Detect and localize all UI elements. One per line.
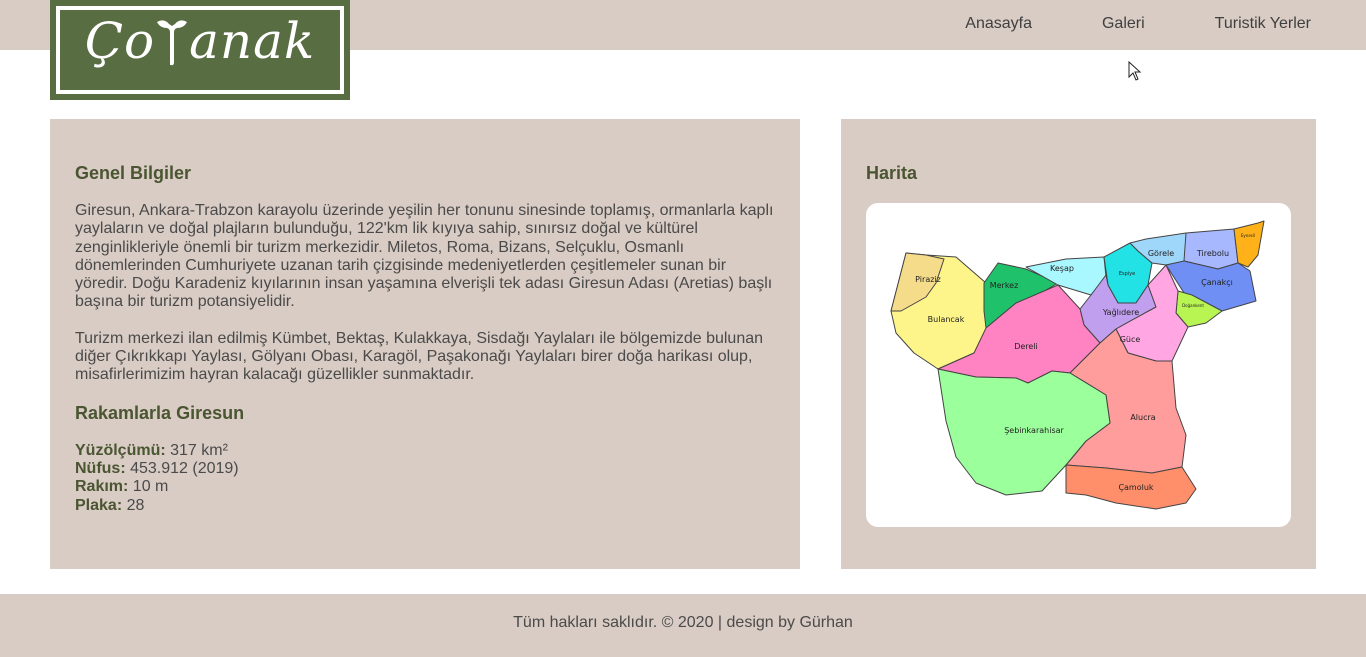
label-yagdere: Yağlıdere: [1102, 308, 1139, 317]
label-kesap: Keşap: [1050, 264, 1074, 273]
main-nav: Anasayfa Galeri Turistik Yerler: [965, 15, 1311, 33]
stat-population: Nüfus: 453.912 (2019): [75, 459, 239, 477]
label-camoluk: Çamoluk: [1118, 483, 1153, 492]
stats-list: Yüzölçümü: 317 km² Nüfus: 453.912 (2019)…: [75, 442, 775, 515]
label-dogankent: Doğankent: [1182, 303, 1204, 308]
giresun-map[interactable]: Piraziz Merkez Keşap Espiye Görele Tireb…: [866, 203, 1291, 527]
label-bulancak: Bulancak: [928, 315, 965, 324]
stat-area: Yüzölçümü: 317 km²: [75, 441, 228, 459]
footer-copyright: Tüm hakları saklıdır. © 2020 | design by…: [513, 614, 853, 631]
map-title: Harita: [866, 163, 918, 183]
logo-text-left: Ço: [84, 12, 156, 70]
label-piraziz: Piraziz: [915, 275, 941, 284]
general-info-title: Genel Bilgiler: [75, 163, 192, 183]
label-espiye: Espiye: [1119, 271, 1135, 277]
stat-plate: Plaka: 28: [75, 496, 145, 514]
label-canakci: Çanakçı: [1201, 278, 1233, 287]
page-footer: Tüm hakları saklıdır. © 2020 | design by…: [0, 594, 1366, 657]
district-map: Piraziz Merkez Keşap Espiye Görele Tireb…: [890, 220, 1265, 510]
label-sebinkarahisar: Şebinkarahisar: [1004, 426, 1064, 435]
site-logo[interactable]: Ço anak: [50, 0, 350, 100]
label-dereli: Dereli: [1014, 342, 1038, 351]
stat-altitude: Rakım: 10 m: [75, 478, 169, 496]
label-eynesil: Eynesil: [1241, 233, 1255, 238]
nav-home[interactable]: Anasayfa: [965, 15, 1032, 33]
general-info-paragraph-1: Giresun, Ankara-Trabzon karayolu üzerind…: [75, 202, 774, 311]
label-alucra: Alucra: [1130, 413, 1155, 422]
label-merkez: Merkez: [990, 281, 1019, 290]
general-info-paragraph-2: Turizm merkezi ilan edilmiş Kümbet, Bekt…: [75, 329, 764, 384]
label-gorele: Görele: [1148, 249, 1174, 258]
nav-tourist-places[interactable]: Turistik Yerler: [1215, 15, 1311, 33]
label-guce: Güce: [1120, 335, 1141, 344]
district-eynesil: [1233, 220, 1265, 268]
general-info-card: Genel Bilgiler Giresun, Ankara-Trabzon k…: [50, 119, 800, 569]
ribbon-icon: [155, 16, 189, 68]
label-tirebolu: Tirebolu: [1196, 249, 1229, 258]
logo-text-right: anak: [189, 12, 316, 70]
map-card: Harita Piraziz Merkez Keşap Espiye Görel…: [841, 119, 1316, 569]
logo-wordmark: Ço anak: [50, 10, 350, 72]
mouse-cursor-icon: [1128, 60, 1142, 81]
stats-title: Rakamlarla Giresun: [75, 402, 245, 423]
nav-gallery[interactable]: Galeri: [1102, 15, 1145, 33]
